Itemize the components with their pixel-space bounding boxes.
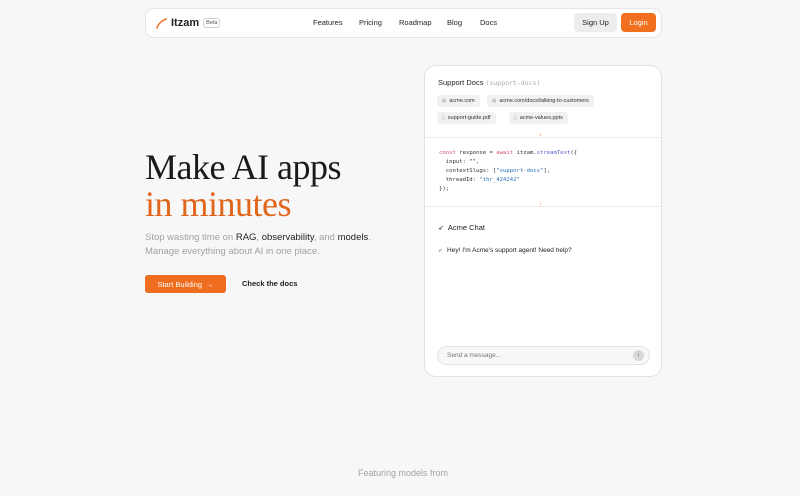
card-title: Support Docs (support-docs) <box>438 78 540 87</box>
rocket-icon: ➶ <box>438 224 444 232</box>
nav-link-blog[interactable]: Blog <box>447 18 462 27</box>
nav-link-features[interactable]: Features <box>313 18 343 27</box>
source-chip[interactable]: ▯ acme-values.pptx <box>509 112 568 124</box>
code-line: }); <box>439 186 450 192</box>
code-string: "thr_424242" <box>479 177 520 183</box>
sub-line2: Manage everything about AI in one place. <box>145 246 320 257</box>
hero-title-line2: in minutes <box>145 184 292 224</box>
source-chip[interactable]: ◍ acme.com/docs/talking-to-customers <box>487 95 594 107</box>
code-text: response = <box>455 150 497 156</box>
nav-link-pricing[interactable]: Pricing <box>359 18 382 27</box>
source-label: support-guide.pdf <box>447 115 491 121</box>
message-input[interactable] <box>437 346 650 365</box>
globe-icon: ◍ <box>442 98 447 104</box>
code-text: itzam. <box>513 150 537 156</box>
sub-prefix: Stop wasting time on <box>145 232 236 243</box>
arrow-right-icon: → <box>206 279 214 289</box>
chat-title: ➶ Acme Chat <box>438 223 485 232</box>
send-button[interactable]: ↑ <box>633 350 644 361</box>
start-building-label: Start Building <box>157 279 203 289</box>
code-text: ({ <box>570 150 578 156</box>
nav-link-roadmap[interactable]: Roadmap <box>399 18 432 27</box>
divider <box>425 206 661 207</box>
code-text: contextSlugs: [ <box>439 168 497 174</box>
hero-subtitle: Stop wasting time on RAG, observability,… <box>145 231 385 259</box>
code-string: "support-docs" <box>496 168 544 174</box>
code-line: input: "", <box>439 159 480 165</box>
source-label: acme.com <box>449 98 475 104</box>
start-building-button[interactable]: Start Building → <box>145 275 226 293</box>
source-chip[interactable]: ▯ support-guide.pdf <box>437 112 496 124</box>
source-chip[interactable]: ◍ acme.com <box>437 95 480 107</box>
beta-badge: Beta <box>203 18 221 28</box>
arrow-down-icon: ↓ <box>539 201 542 207</box>
logo-icon <box>156 17 167 29</box>
chat-title-text: Acme Chat <box>447 223 485 232</box>
agent-avatar-icon: ➶ <box>438 248 444 254</box>
arrow-up-icon: ↑ <box>637 352 640 359</box>
chat-message: ➶ Hey! I'm Acme's support agent! Need he… <box>438 247 572 254</box>
sub-observability: observability <box>261 232 314 243</box>
file-icon: ▯ <box>442 115 445 121</box>
sub-rag: RAG <box>235 232 257 243</box>
code-text: ], <box>543 168 551 174</box>
card-slug: (support-docs) <box>485 79 541 87</box>
sub-and: , and <box>313 232 338 243</box>
sub-models: models <box>337 232 369 243</box>
code-text: threadId: <box>439 177 480 183</box>
featuring-models-heading: Featuring models from <box>357 468 449 478</box>
code-keyword: await <box>496 150 514 156</box>
demo-card: Support Docs (support-docs) ◍ acme.com ◍… <box>424 65 662 377</box>
code-keyword: const <box>439 150 456 156</box>
globe-icon: ◍ <box>492 98 497 104</box>
brand[interactable]: Itzam Beta <box>156 9 221 37</box>
nav-link-docs[interactable]: Docs <box>480 18 497 27</box>
code-function: streamText <box>536 150 571 156</box>
source-label: acme.com/docs/talking-to-customers <box>499 98 589 104</box>
card-title-text: Support Docs <box>438 78 484 87</box>
top-navbar: Itzam Beta Features Pricing Roadmap Blog… <box>145 8 662 38</box>
file-icon: ▯ <box>514 115 517 121</box>
hero-title-line1: Make AI apps <box>145 147 341 187</box>
signup-button[interactable]: Sign Up <box>574 13 617 32</box>
source-label: acme-values.pptx <box>519 115 563 121</box>
arrow-down-icon: ↓ <box>539 132 542 138</box>
sub-period: . <box>368 232 371 243</box>
chat-message-text: Hey! I'm Acme's support agent! Need help… <box>447 247 572 254</box>
divider <box>425 137 661 138</box>
check-docs-link[interactable]: Check the docs <box>242 279 297 288</box>
code-snippet: const response = await itzam.streamText(… <box>439 149 577 194</box>
login-button[interactable]: Login <box>621 13 656 32</box>
brand-name: Itzam <box>171 17 200 29</box>
